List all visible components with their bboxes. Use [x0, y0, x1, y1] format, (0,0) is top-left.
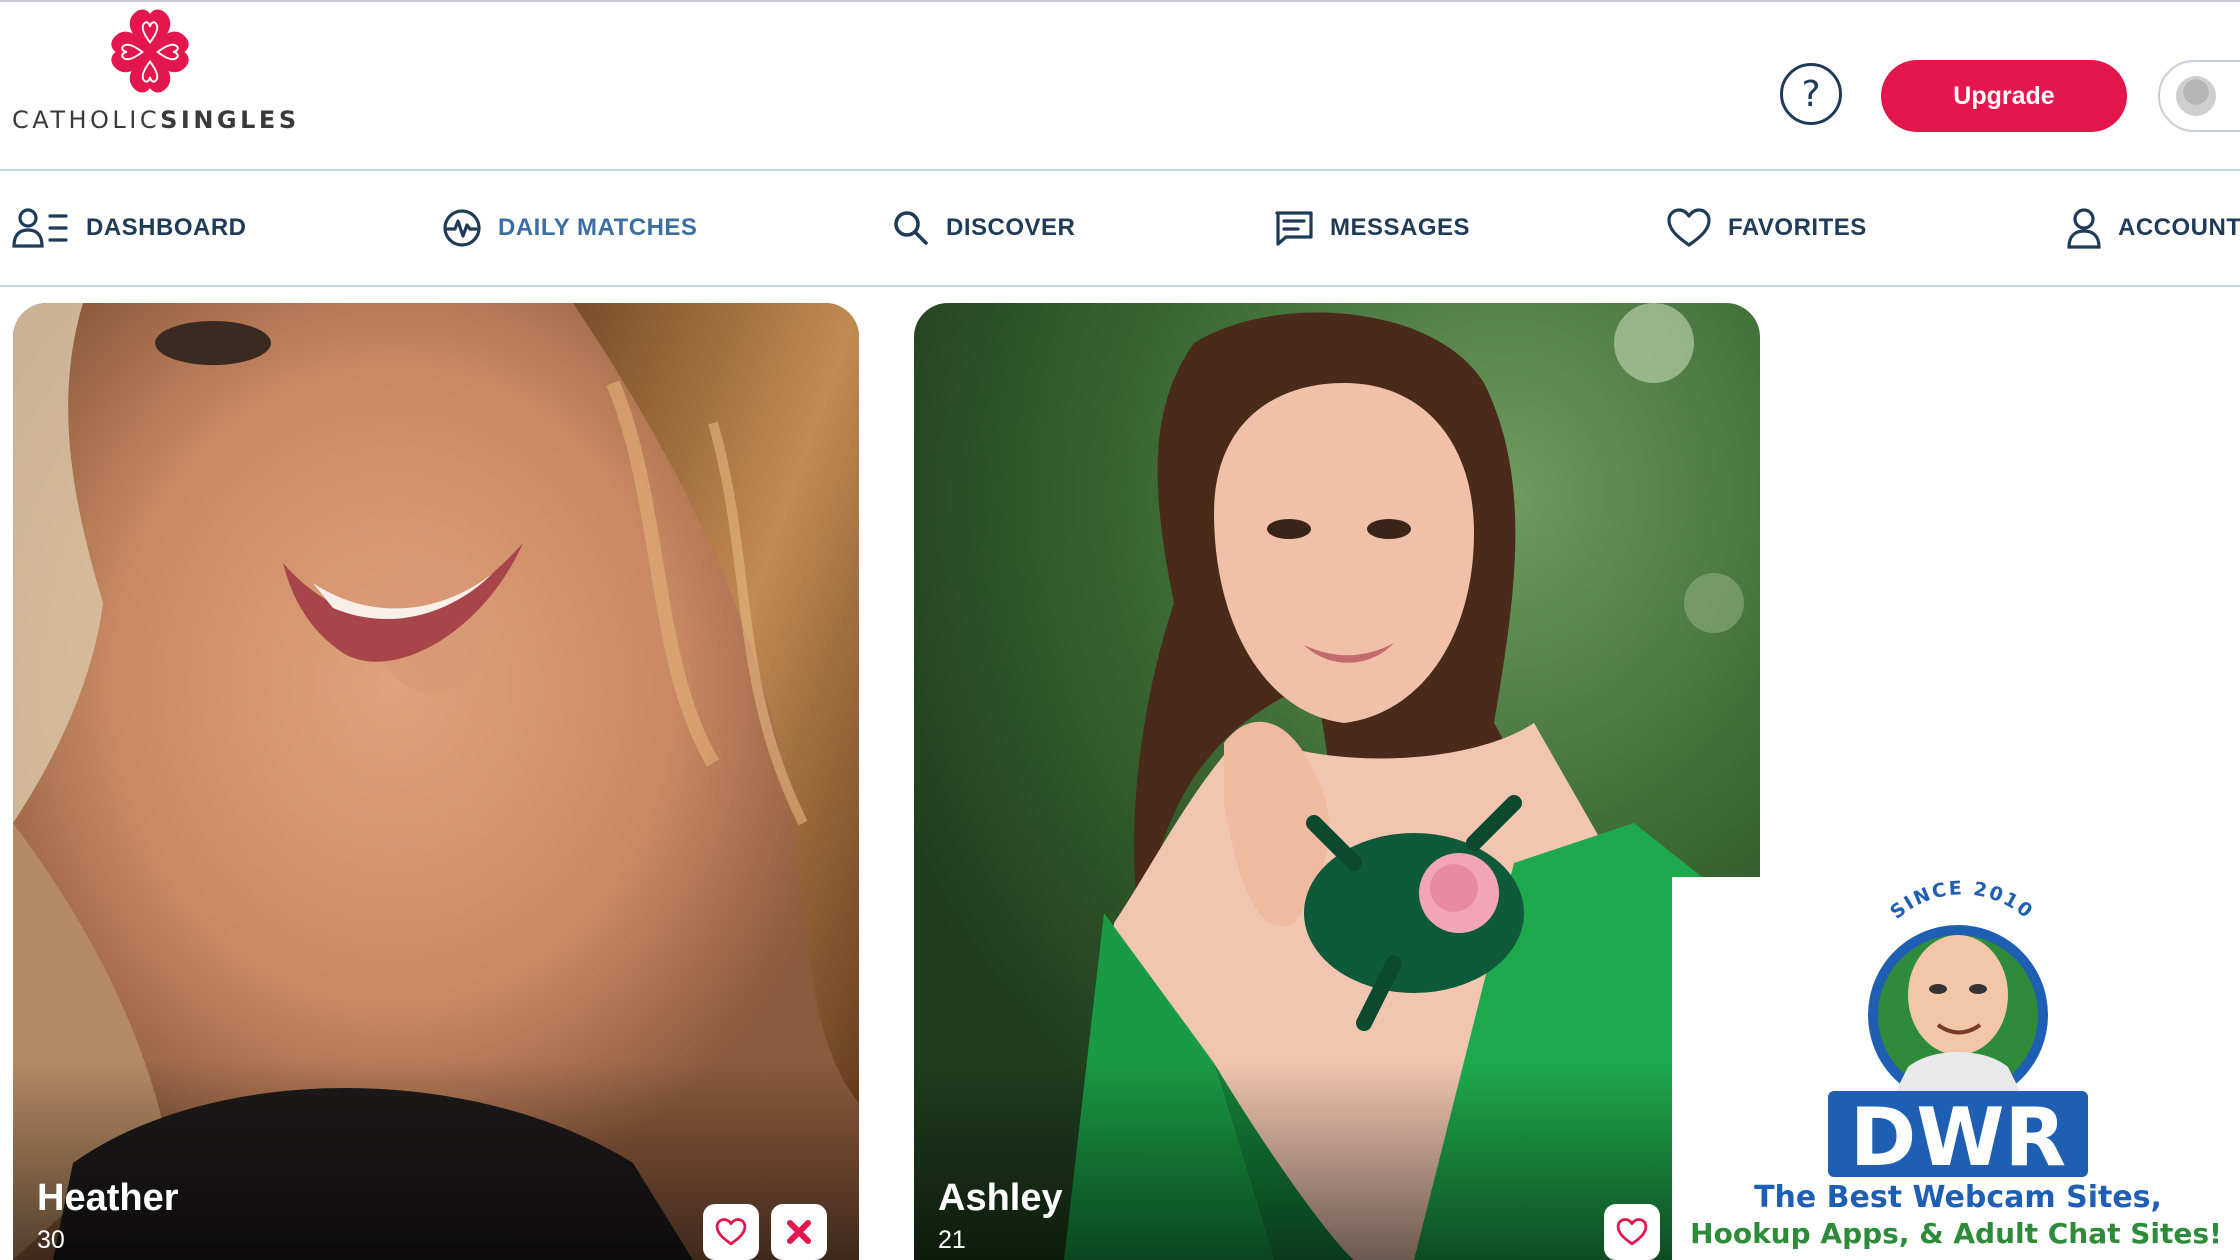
- account-menu-button[interactable]: [2158, 60, 2240, 132]
- profile-age: 30: [37, 1226, 65, 1254]
- site-header: CATHOLICSINGLES ? Upgrade: [0, 2, 2240, 170]
- search-icon: [894, 211, 928, 245]
- message-icon: [1275, 211, 1313, 246]
- close-icon: [787, 1220, 811, 1244]
- heart-icon: [1667, 208, 1711, 247]
- upgrade-button[interactable]: Upgrade: [1881, 60, 2127, 132]
- nav-label-messages: MESSAGES: [1330, 214, 1471, 241]
- nav-label-account: ACCOUNT: [2118, 214, 2240, 241]
- dashboard-user-icon: [12, 208, 68, 248]
- watermark-brand: DWR: [1850, 1091, 2066, 1184]
- watermark-since: SINCE 2010: [1886, 877, 2036, 923]
- profile-name: Ashley: [938, 1177, 1063, 1219]
- watermark-tagline-2: Hookup Apps, & Adult Chat Sites!: [1690, 1217, 2222, 1250]
- heartbeat-icon: [443, 209, 481, 247]
- svg-text:SINCE 2010: SINCE 2010: [1886, 877, 2038, 923]
- clover-heart-logo-icon: [111, 9, 189, 93]
- nav-label-favorites: FAVORITES: [1728, 214, 1867, 241]
- nav-label-daily-matches: DAILY MATCHES: [498, 214, 698, 241]
- profile-card[interactable]: Heather 30: [13, 303, 859, 1260]
- user-icon: [2067, 208, 2101, 249]
- logo-text-light: CATHOLIC: [12, 106, 161, 134]
- profile-age: 21: [938, 1226, 966, 1254]
- watermark-tagline-1: The Best Webcam Sites,: [1754, 1180, 2162, 1215]
- nav-item-discover[interactable]: DISCOVER: [892, 171, 1075, 285]
- nav-item-account[interactable]: ACCOUNT: [2066, 171, 2240, 285]
- heart-outline-icon: [1616, 1218, 1648, 1246]
- avatar: [2176, 76, 2216, 116]
- help-button[interactable]: ?: [1780, 63, 1842, 125]
- nav-label-discover: DISCOVER: [946, 214, 1076, 241]
- main-navigation: DASHBOARD DAILY MATCHES DISCOVER MESSAGE…: [0, 169, 2240, 287]
- dwr-watermark: SINCE 2010 DWR The Best Webcam Sites, Ho…: [1672, 877, 2240, 1260]
- nav-label-dashboard: DASHBOARD: [86, 214, 247, 241]
- logo-text-bold: SINGLES: [160, 106, 300, 134]
- dwr-logo-badge: SINCE 2010 DWR The Best Webcam Sites, Ho…: [1690, 877, 2222, 1250]
- catholic-singles-logo[interactable]: CATHOLICSINGLES: [12, 6, 312, 146]
- question-mark-icon: ?: [1801, 73, 1821, 115]
- nav-item-messages[interactable]: MESSAGES: [1274, 171, 1470, 285]
- nav-item-daily-matches[interactable]: DAILY MATCHES: [442, 171, 697, 285]
- favorite-button[interactable]: [1604, 1204, 1660, 1260]
- favorite-button[interactable]: [703, 1204, 759, 1260]
- logo-wordmark: CATHOLICSINGLES: [12, 106, 300, 134]
- profile-card[interactable]: Ashley 21: [914, 303, 1760, 1260]
- nav-item-favorites[interactable]: FAVORITES: [1666, 171, 1867, 285]
- nav-item-dashboard[interactable]: DASHBOARD: [12, 171, 247, 285]
- dismiss-button[interactable]: [771, 1204, 827, 1260]
- heart-outline-icon: [715, 1218, 747, 1246]
- profile-name: Heather: [37, 1177, 179, 1219]
